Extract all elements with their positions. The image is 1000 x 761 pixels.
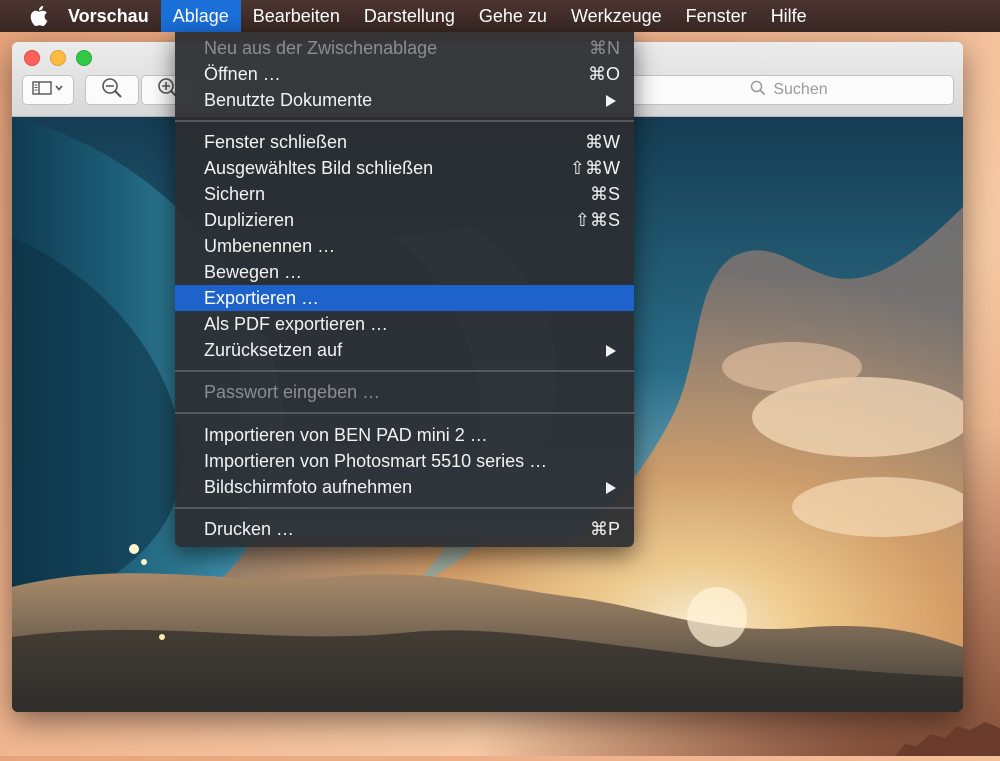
menu-bar: Vorschau Ablage Bearbeiten Darstellung G… xyxy=(0,0,1000,32)
menu-item-drucken[interactable]: Drucken … ⌘P xyxy=(175,516,634,542)
menu-item-bildschirmfoto[interactable]: Bildschirmfoto aufnehmen xyxy=(175,474,634,500)
app-menu-vorschau[interactable]: Vorschau xyxy=(56,0,161,32)
menu-item-label: Ausgewähltes Bild schließen xyxy=(204,158,434,178)
menu-separator xyxy=(175,120,634,122)
menu-item-importieren-ben-pad[interactable]: Importieren von BEN PAD mini 2 … xyxy=(175,422,634,448)
menu-item-label: Importieren von BEN PAD mini 2 … xyxy=(204,425,488,445)
menu-item-label: Passwort eingeben … xyxy=(204,382,381,402)
menu-item-label: Bewegen … xyxy=(204,262,303,282)
menu-bearbeiten[interactable]: Bearbeiten xyxy=(241,0,352,32)
menu-item-label: Drucken … xyxy=(204,519,295,539)
sidebar-icon xyxy=(31,80,65,101)
ablage-menu: Neu aus der Zwischenablage ⌘N Öffnen … ⌘… xyxy=(175,32,634,547)
menu-item-shortcut: ⌘S xyxy=(589,184,620,204)
menu-item-fenster-schliessen[interactable]: Fenster schließen ⌘W xyxy=(175,129,634,155)
menu-item-sichern[interactable]: Sichern ⌘S xyxy=(175,181,634,207)
menu-separator xyxy=(175,507,634,509)
menu-item-bild-schliessen[interactable]: Ausgewähltes Bild schließen ⇧⌘W xyxy=(175,155,634,181)
sidebar-toggle-button[interactable] xyxy=(22,75,74,105)
search-icon xyxy=(750,80,773,101)
minimize-window-button[interactable] xyxy=(50,50,66,66)
menu-item-label: Umbenennen … xyxy=(204,236,336,256)
submenu-arrow-icon xyxy=(606,345,616,357)
menu-item-label: Öffnen … xyxy=(204,64,281,84)
menu-gehe-zu[interactable]: Gehe zu xyxy=(467,0,559,32)
menu-item-label: Neu aus der Zwischenablage xyxy=(204,38,438,58)
menu-item-label: Zurücksetzen auf xyxy=(204,340,343,360)
menu-item-label: Bildschirmfoto aufnehmen xyxy=(204,477,413,497)
menu-item-label: Exportieren … xyxy=(204,288,320,308)
menu-item-duplizieren[interactable]: Duplizieren ⇧⌘S xyxy=(175,207,634,233)
menu-item-neu-aus-zwischenablage[interactable]: Neu aus der Zwischenablage ⌘N xyxy=(175,35,634,61)
menu-item-label: Benutzte Dokumente xyxy=(204,90,373,110)
menu-item-passwort-eingeben[interactable]: Passwort eingeben … xyxy=(175,379,634,405)
menu-item-shortcut: ⇧⌘S xyxy=(574,210,620,230)
menu-item-benutzte-dokumente[interactable]: Benutzte Dokumente xyxy=(175,87,634,113)
desktop-wallpaper-mountain xyxy=(895,716,1000,756)
menu-item-label: Fenster schließen xyxy=(204,132,348,152)
menu-item-als-pdf-exportieren[interactable]: Als PDF exportieren … xyxy=(175,311,634,337)
menu-darstellung[interactable]: Darstellung xyxy=(352,0,467,32)
menu-separator xyxy=(175,412,634,414)
menu-item-bewegen[interactable]: Bewegen … xyxy=(175,259,634,285)
menu-item-shortcut: ⌘W xyxy=(585,132,620,152)
submenu-arrow-icon xyxy=(606,95,616,107)
menu-item-shortcut: ⌘N xyxy=(589,38,620,58)
menu-item-zuruecksetzen-auf[interactable]: Zurücksetzen auf xyxy=(175,337,634,363)
submenu-arrow-icon xyxy=(606,482,616,494)
menu-item-exportieren[interactable]: Exportieren … xyxy=(175,285,634,311)
menu-fenster[interactable]: Fenster xyxy=(674,0,759,32)
menu-hilfe[interactable]: Hilfe xyxy=(759,0,819,32)
menu-item-umbenennen[interactable]: Umbenennen … xyxy=(175,233,634,259)
menu-item-label: Als PDF exportieren … xyxy=(204,314,389,334)
zoom-window-button[interactable] xyxy=(76,50,92,66)
menu-werkzeuge[interactable]: Werkzeuge xyxy=(559,0,674,32)
zoom-out-button[interactable] xyxy=(85,75,139,105)
zoom-out-icon xyxy=(101,77,123,104)
menu-item-shortcut: ⇧⌘W xyxy=(569,158,620,178)
menu-item-oeffnen[interactable]: Öffnen … ⌘O xyxy=(175,61,634,87)
menu-item-label: Duplizieren xyxy=(204,210,295,230)
menu-item-importieren-photosmart[interactable]: Importieren von Photosmart 5510 series … xyxy=(175,448,634,474)
apple-menu-icon[interactable] xyxy=(22,0,56,32)
close-window-button[interactable] xyxy=(24,50,40,66)
search-field[interactable]: Suchen xyxy=(624,75,954,105)
menu-item-label: Importieren von Photosmart 5510 series … xyxy=(204,451,548,471)
menu-item-shortcut: ⌘O xyxy=(587,64,620,84)
menu-item-shortcut: ⌘P xyxy=(589,519,620,539)
menu-item-label: Sichern xyxy=(204,184,266,204)
search-placeholder: Suchen xyxy=(773,81,828,98)
menu-separator xyxy=(175,370,634,372)
menu-ablage[interactable]: Ablage xyxy=(160,0,241,32)
